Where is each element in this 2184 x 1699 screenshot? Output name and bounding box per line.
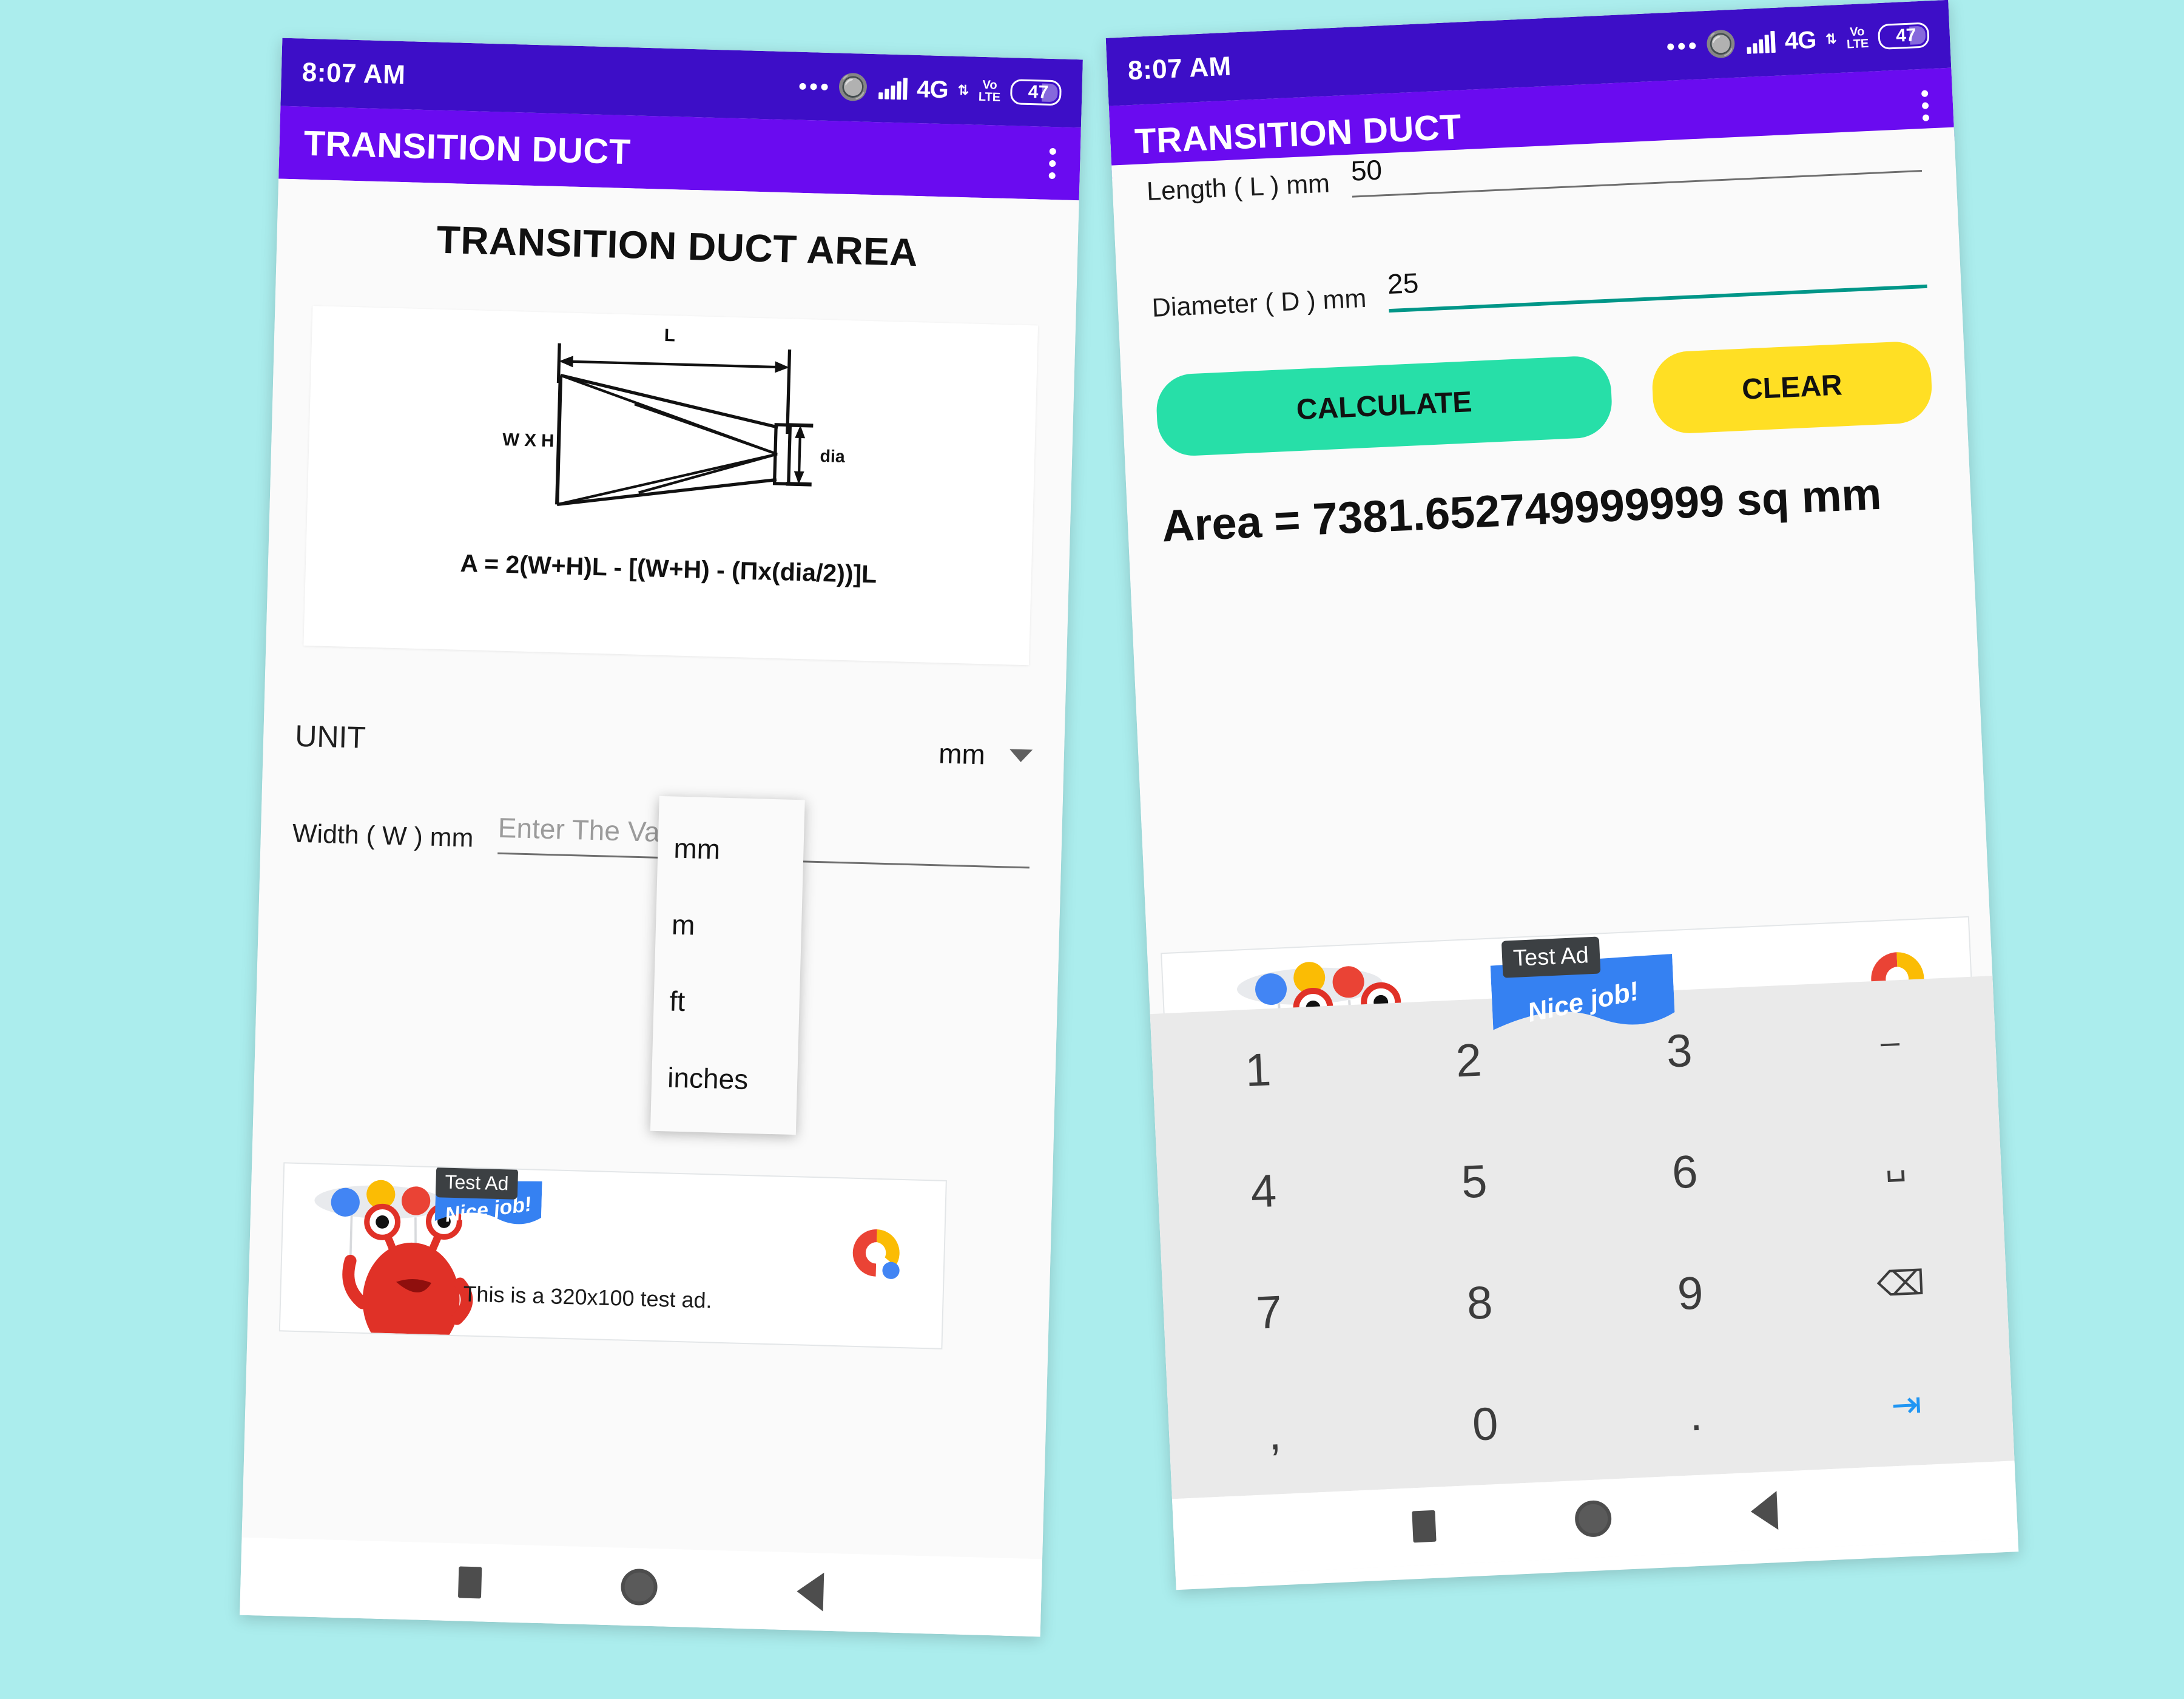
key-5[interactable]: 5 <box>1366 1116 1582 1247</box>
unit-option-mm[interactable]: mm <box>657 809 804 890</box>
back-triangle-icon[interactable] <box>796 1572 824 1612</box>
diameter-field-label: Diameter ( D ) mm <box>1151 283 1367 323</box>
key-7[interactable]: 7 <box>1161 1247 1377 1378</box>
battery-icon: 47 <box>1877 22 1930 50</box>
key-6[interactable]: 6 <box>1577 1107 1793 1238</box>
phone-screenshot-right: 8:07 AM 🔘 4G ⇅ Vo LTE 47 TRANSITION DUCT <box>1105 0 2019 1590</box>
volte-top: Vo <box>982 78 997 92</box>
status-time: 8:07 AM <box>1127 51 1232 86</box>
network-4g-icon: 4G <box>1784 26 1817 55</box>
key-backspace[interactable]: ⌫ <box>1793 1218 2009 1349</box>
ad-banner[interactable]: Nice job! Test Ad This is a 320x100 test… <box>278 1162 947 1349</box>
back-triangle-icon[interactable] <box>1750 1491 1779 1532</box>
volte-bottom: LTE <box>978 90 1001 104</box>
numeric-keypad[interactable]: 1 2 3–4 5 6 ␣ 7 8 9 ⌫, 0. ⇥ <box>1150 976 2015 1499</box>
data-arrows-icon: ⇅ <box>1825 30 1838 47</box>
key-0[interactable]: 0 <box>1377 1359 1593 1490</box>
key-next[interactable]: ⇥ <box>1798 1340 2014 1471</box>
svg-text:L: L <box>664 325 675 345</box>
clear-button[interactable]: CLEAR <box>1651 340 1933 435</box>
unit-option-ft[interactable]: ft <box>653 962 800 1042</box>
test-ad-badge: Test Ad <box>435 1166 519 1200</box>
key-space[interactable]: ␣ <box>1787 1097 2003 1228</box>
battery-level: 47 <box>1028 81 1049 103</box>
key-8[interactable]: 8 <box>1372 1237 1588 1368</box>
android-nav-bar-left <box>240 1537 1043 1637</box>
volte-icon: Vo LTE <box>1846 25 1869 52</box>
app-title: TRANSITION DUCT <box>303 123 632 172</box>
battery-icon: 47 <box>1009 79 1062 106</box>
status-icons: 🔘 4G ⇅ Vo LTE 47 <box>1667 21 1930 61</box>
status-time: 8:07 AM <box>302 57 406 90</box>
recents-square-icon[interactable] <box>457 1566 482 1599</box>
phone-screenshot-left: 8:07 AM 🔘 4G ⇅ Vo LTE 47 TRANSITION DUCT <box>240 38 1083 1637</box>
kebab-menu-icon[interactable] <box>1048 147 1056 179</box>
unit-dropdown-menu[interactable]: mm m ft inches <box>650 795 805 1135</box>
data-arrows-icon: ⇅ <box>957 82 969 98</box>
recents-square-icon[interactable] <box>1412 1510 1437 1543</box>
calculate-button[interactable]: CALCULATE <box>1154 354 1614 458</box>
svg-text:W X H: W X H <box>502 430 554 451</box>
battery-level: 47 <box>1895 25 1917 46</box>
test-ad-badge: Test Ad <box>1501 936 1601 978</box>
kebab-menu-icon[interactable] <box>1921 89 1930 121</box>
width-field-label: Width ( W ) mm <box>292 819 474 853</box>
key-minus[interactable]: – <box>1782 976 1998 1107</box>
left-screen-content: TRANSITION DUCT AREA L dia W X H A = 2(W… <box>240 178 1079 1637</box>
key-1[interactable]: 1 <box>1150 1004 1366 1135</box>
bluetooth-icon: 🔘 <box>1704 29 1738 59</box>
unit-selected-value: mm <box>938 737 986 771</box>
unit-option-inches[interactable]: inches <box>651 1039 798 1119</box>
duct-diagram-card: L dia W X H A = 2(W+H)L - [(W+H) - (Πx(d… <box>303 306 1039 666</box>
home-circle-icon[interactable] <box>620 1568 658 1606</box>
svg-text:dia: dia <box>820 447 845 467</box>
unit-option-m[interactable]: m <box>655 886 802 966</box>
chevron-down-icon[interactable] <box>1009 748 1033 762</box>
screenshot-stage: 8:07 AM 🔘 4G ⇅ Vo LTE 47 TRANSITION DUCT <box>0 0 2184 1699</box>
admob-logo-icon <box>852 1229 900 1279</box>
length-field-label: Length ( L ) mm <box>1146 169 1330 207</box>
bluetooth-icon: 🔘 <box>837 72 870 102</box>
unit-selector-row[interactable]: UNIT mm <box>295 718 1033 774</box>
key-4[interactable]: 4 <box>1156 1126 1372 1257</box>
diameter-field-row[interactable]: Diameter ( D ) mm 25 <box>1151 243 1927 323</box>
key-period[interactable]: . <box>1588 1349 1804 1480</box>
signal-bars-icon <box>878 77 908 100</box>
key-9[interactable]: 9 <box>1582 1228 1798 1359</box>
more-dots-icon <box>799 83 828 90</box>
home-circle-icon[interactable] <box>1574 1499 1613 1538</box>
more-dots-icon <box>1667 42 1696 50</box>
right-screen-content: Length ( L ) mm 50 Diameter ( D ) mm 25 … <box>1111 127 2018 1577</box>
key-comma[interactable]: , <box>1167 1368 1383 1499</box>
action-buttons-row: CALCULATE CLEAR <box>1154 340 1933 458</box>
area-result-text: Area = 7381.652749999999 sq mm <box>1161 468 1882 552</box>
signal-bars-icon <box>1746 30 1776 54</box>
network-4g-icon: 4G <box>916 75 949 103</box>
unit-label: UNIT <box>294 718 366 755</box>
volte-icon: Vo LTE <box>979 78 1001 104</box>
unit-spinner[interactable]: mm <box>939 737 1033 772</box>
diameter-input[interactable]: 25 <box>1386 243 1927 313</box>
volte-bottom: LTE <box>1846 36 1869 52</box>
status-icons: 🔘 4G ⇅ Vo LTE 47 <box>799 72 1062 107</box>
transition-duct-diagram: L dia W X H <box>502 325 845 506</box>
